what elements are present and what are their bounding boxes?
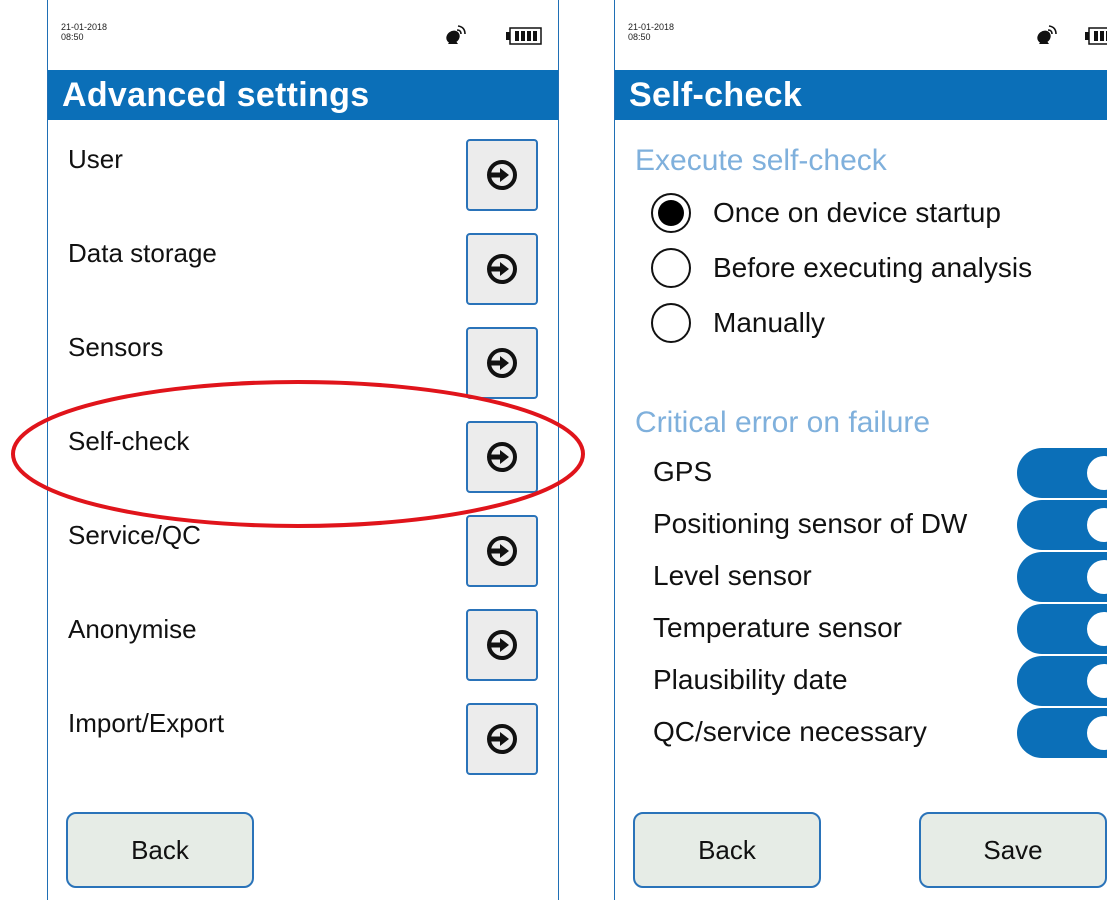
- toggle-knob: [1087, 716, 1107, 750]
- execute-section-title: Execute self-check: [635, 144, 887, 177]
- save-button[interactable]: Save: [919, 812, 1107, 888]
- menu-item-label: User: [68, 144, 123, 174]
- toggle-label: Positioning sensor of DW: [653, 508, 968, 539]
- open-submenu-button[interactable]: [466, 421, 538, 493]
- radio-label: Before executing analysis: [713, 252, 1033, 283]
- toggle-knob: [1087, 560, 1107, 594]
- self-check-screen: 21-01-2018 08:50 Self-check Execute self…: [614, 0, 1107, 900]
- toggle-row: Temperature sensor: [615, 604, 1107, 656]
- menu-item[interactable]: Anonymise: [48, 588, 558, 682]
- menu-item-label: Data storage: [68, 238, 217, 268]
- arrow-right-icon: [487, 536, 517, 566]
- radio-label: Manually: [713, 307, 826, 338]
- open-submenu-button[interactable]: [466, 233, 538, 305]
- toggle-knob: [1087, 508, 1107, 542]
- satellite-icon: [446, 25, 466, 44]
- toggle-knob: [1087, 612, 1107, 646]
- arrow-right-icon: [487, 724, 517, 754]
- open-submenu-button[interactable]: [466, 703, 538, 775]
- radio-option[interactable]: Before executing analysis: [651, 245, 1032, 291]
- open-submenu-button[interactable]: [466, 515, 538, 587]
- toggle-switch[interactable]: [1017, 708, 1107, 758]
- status-date: 21-01-2018: [628, 22, 675, 32]
- radio-button[interactable]: [651, 303, 691, 343]
- status-bar: 21-01-2018 08:50: [48, 0, 558, 70]
- menu-item-label: Anonymise: [68, 614, 197, 644]
- advanced-settings-screen: 21-01-2018 08:50 Advanced settings User D…: [47, 0, 559, 900]
- menu-item-label: Self-check: [68, 426, 190, 456]
- status-time: 08:50: [628, 32, 651, 42]
- menu-item-label: Import/Export: [68, 708, 225, 738]
- page-title: Self-check: [629, 76, 803, 114]
- toggle-switch[interactable]: [1017, 448, 1107, 498]
- battery-icon: [506, 27, 542, 45]
- menu-item[interactable]: Self-check: [48, 400, 558, 494]
- toggle-row: Level sensor: [615, 552, 1107, 604]
- menu-item-label: Sensors: [68, 332, 164, 362]
- menu-item-label: Service/QC: [68, 520, 201, 550]
- back-button[interactable]: Back: [633, 812, 821, 888]
- toggle-switch[interactable]: [1017, 552, 1107, 602]
- menu-item[interactable]: Import/Export: [48, 682, 558, 776]
- arrow-right-icon: [487, 442, 517, 472]
- toggle-label: Plausibility date: [653, 664, 848, 695]
- battery-icon: [1085, 27, 1107, 45]
- open-submenu-button[interactable]: [466, 609, 538, 681]
- status-date: 21-01-2018: [61, 22, 108, 32]
- menu-item[interactable]: Data storage: [48, 212, 558, 306]
- toggle-switch[interactable]: [1017, 656, 1107, 706]
- page-title: Advanced settings: [62, 76, 370, 114]
- toggle-row: Positioning sensor of DW: [615, 500, 1107, 552]
- open-submenu-button[interactable]: [466, 139, 538, 211]
- arrow-right-icon: [487, 254, 517, 284]
- status-bar: 21-01-2018 08:50: [615, 0, 1107, 70]
- toggle-knob: [1087, 456, 1107, 490]
- arrow-right-icon: [487, 348, 517, 378]
- page-header: Advanced settings: [48, 70, 558, 120]
- radio-button[interactable]: [651, 248, 691, 288]
- satellite-icon: [1037, 25, 1057, 44]
- menu-item[interactable]: Sensors: [48, 306, 558, 400]
- arrow-right-icon: [487, 160, 517, 190]
- toggle-row: Plausibility date: [615, 656, 1107, 708]
- toggle-switch[interactable]: [1017, 604, 1107, 654]
- arrow-right-icon: [487, 630, 517, 660]
- toggle-label: GPS: [653, 456, 713, 487]
- toggle-label: Temperature sensor: [653, 612, 903, 643]
- status-time: 08:50: [61, 32, 84, 42]
- menu-item[interactable]: User: [48, 118, 558, 212]
- menu-item[interactable]: Service/QC: [48, 494, 558, 588]
- page-header: Self-check: [615, 70, 1107, 120]
- toggle-label: Level sensor: [653, 560, 812, 591]
- status-datetime: 21-01-2018 08:50: [628, 22, 674, 42]
- toggle-row: GPS: [615, 448, 1107, 500]
- radio-selected-dot: [658, 200, 684, 226]
- toggle-knob: [1087, 664, 1107, 698]
- back-button[interactable]: Back: [66, 812, 254, 888]
- status-datetime: 21-01-2018 08:50: [61, 22, 107, 42]
- radio-label: Once on device startup: [713, 197, 1001, 228]
- toggle-row: QC/service necessary: [615, 708, 1107, 760]
- toggle-label: QC/service necessary: [653, 716, 927, 747]
- open-submenu-button[interactable]: [466, 327, 538, 399]
- radio-option[interactable]: Manually: [651, 300, 825, 346]
- critical-section-title: Critical error on failure: [635, 406, 931, 439]
- radio-option[interactable]: Once on device startup: [651, 190, 1001, 236]
- radio-button[interactable]: [651, 193, 691, 233]
- toggle-switch[interactable]: [1017, 500, 1107, 550]
